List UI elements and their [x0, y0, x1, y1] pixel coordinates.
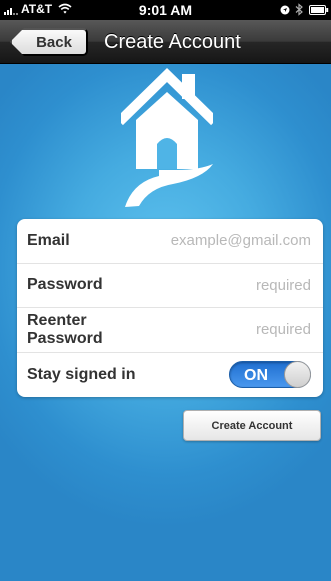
navigation-bar: Back Create Account [0, 20, 331, 64]
password-row: Password [17, 264, 323, 308]
password-label: Password [27, 276, 103, 294]
stay-signed-in-toggle[interactable]: ON [229, 361, 311, 389]
email-label: Email [27, 231, 70, 249]
stay-signed-in-label: Stay signed in [27, 365, 136, 383]
password-field[interactable] [141, 276, 311, 294]
email-field[interactable] [141, 232, 311, 250]
create-account-button[interactable]: Create Account [183, 410, 321, 441]
reenter-password-label: Reenter Password [27, 311, 103, 347]
reenter-password-row: Reenter Password [17, 308, 323, 353]
location-icon [280, 5, 290, 15]
page-title: Create Account [104, 31, 241, 53]
back-button[interactable]: Back [10, 28, 88, 56]
reenter-password-field[interactable] [141, 321, 311, 339]
toggle-state-label: ON [244, 367, 268, 385]
stay-signed-in-row: Stay signed in ON [17, 353, 323, 398]
bluetooth-icon [295, 3, 303, 16]
email-row: Email [17, 219, 323, 264]
battery-icon [309, 5, 329, 15]
account-form: Email Password Reenter Password Stay sig… [17, 219, 323, 397]
house-path-icon [121, 68, 213, 207]
toggle-knob[interactable] [284, 361, 311, 389]
status-bar: AT&T 9:01 AM [0, 0, 331, 20]
